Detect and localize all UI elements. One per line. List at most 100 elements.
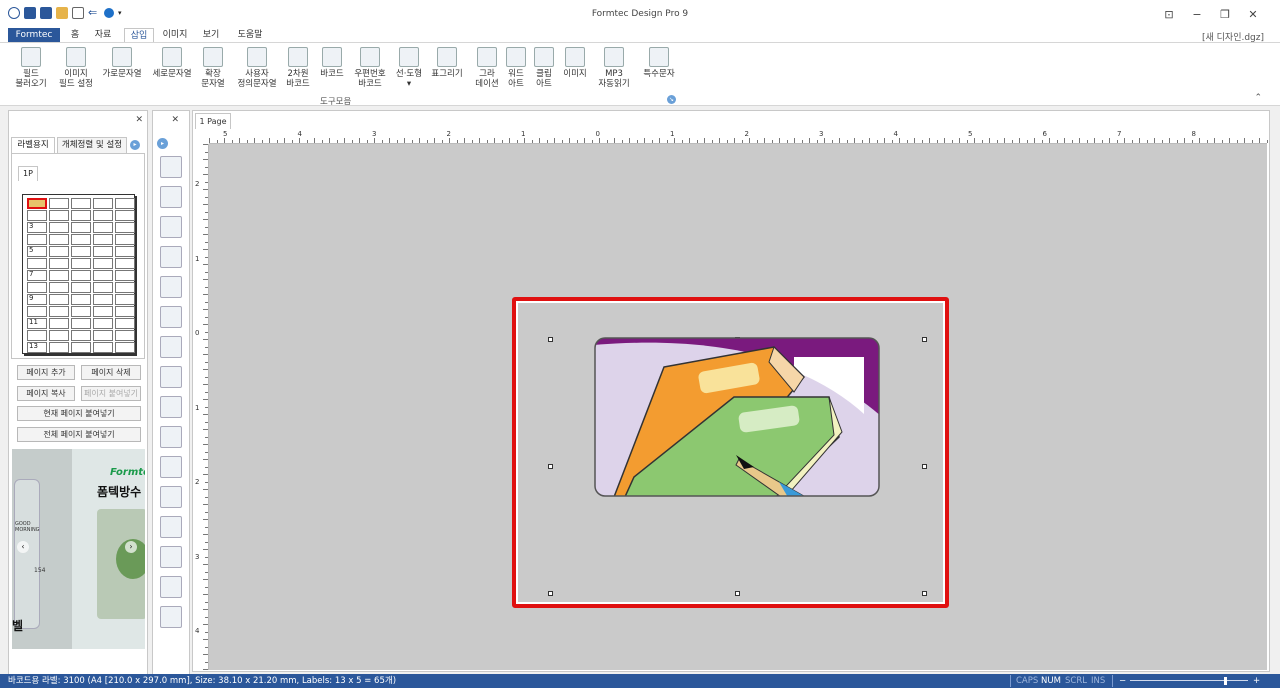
add-page-button[interactable]: 페이지 추가 [17, 365, 75, 380]
resize-handle[interactable] [548, 591, 553, 596]
label-grid-cell[interactable] [49, 198, 69, 209]
label-grid-cell[interactable] [93, 294, 113, 305]
ribbon-button-0[interactable]: 필드 불러오기 [14, 47, 48, 89]
paste-current-page-button[interactable]: 현재 페이지 붙여넣기 [17, 406, 141, 421]
label-grid-cell[interactable] [115, 234, 135, 245]
resize-handle[interactable] [922, 337, 927, 342]
label-grid-cell[interactable] [115, 282, 135, 293]
label-grid-cell[interactable] [115, 270, 135, 281]
page-1p-tab[interactable]: 1P [18, 166, 38, 181]
label-grid-cell[interactable] [93, 198, 113, 209]
label-grid-cell[interactable] [49, 234, 69, 245]
zoom-in-button[interactable]: + [1253, 674, 1260, 688]
label-grid-cell[interactable] [93, 270, 113, 281]
label-grid-cell[interactable] [71, 234, 91, 245]
resize-handle[interactable] [922, 591, 927, 596]
label-grid-cell[interactable] [115, 306, 135, 317]
label-grid-cell[interactable] [93, 282, 113, 293]
delete-page-button[interactable]: 페이지 삭제 [81, 365, 141, 380]
label-grid-cell[interactable] [27, 258, 47, 269]
ribbon-button-6[interactable]: 2차원 바코드 [282, 47, 314, 89]
extended-text-tool-icon[interactable] [160, 276, 182, 298]
tab-help[interactable]: 도움말 [234, 28, 266, 43]
paste-page-button[interactable]: 페이지 붙여넣기 [81, 386, 141, 401]
label-grid-cell[interactable] [93, 318, 113, 329]
pin-icon[interactable]: ⊡ [1160, 8, 1178, 21]
label-grid-cell[interactable] [115, 342, 135, 353]
toolstrip-expand-icon[interactable]: ▸ [157, 138, 168, 149]
table-tool-icon[interactable] [160, 456, 182, 478]
label-grid-cell[interactable] [71, 198, 91, 209]
zoom-out-button[interactable]: − [1119, 674, 1126, 688]
label-grid-preview[interactable]: 3 5 7 9 11 13 [22, 194, 135, 354]
label-grid-cell[interactable] [93, 306, 113, 317]
image-tool-icon[interactable] [160, 576, 182, 598]
tab-view[interactable]: 보기 [200, 28, 222, 43]
ribbon-button-14[interactable]: 이미지 [562, 47, 588, 79]
ad-next-icon[interactable]: › [125, 541, 137, 553]
label-grid-cell[interactable] [27, 330, 47, 341]
gradient-tool-icon[interactable] [160, 486, 182, 508]
postal-barcode-tool-icon[interactable] [160, 396, 182, 418]
ribbon-button-7[interactable]: 바코드 [318, 47, 346, 79]
toolstrip-close-icon[interactable]: ✕ [171, 115, 179, 125]
resize-handle[interactable] [548, 337, 553, 342]
zoom-slider-thumb[interactable] [1224, 677, 1228, 685]
ribbon-button-16[interactable]: 특수문자 [642, 47, 676, 79]
label-grid-cell[interactable] [71, 270, 91, 281]
wordart-tool-icon[interactable] [160, 516, 182, 538]
label-grid-cell[interactable] [93, 210, 113, 221]
label-grid-cell[interactable] [49, 246, 69, 257]
label-grid-cell[interactable] [115, 222, 135, 233]
ribbon-button-2[interactable]: 가로문자열 [100, 47, 144, 79]
label-grid-cell[interactable] [115, 330, 135, 341]
horizontal-text-tool-icon[interactable] [160, 216, 182, 238]
zoom-slider[interactable] [1130, 680, 1248, 681]
ribbon-button-13[interactable]: 클립 아트 [532, 47, 556, 89]
label-grid-cell[interactable] [27, 234, 47, 245]
label-grid-cell[interactable] [93, 222, 113, 233]
label-grid-cell[interactable] [115, 294, 135, 305]
label-grid-cell[interactable] [115, 258, 135, 269]
label-grid-cell[interactable] [27, 306, 47, 317]
minimize-icon[interactable]: − [1188, 8, 1206, 21]
label-grid-cell[interactable] [71, 282, 91, 293]
image-field-tool-icon[interactable] [160, 186, 182, 208]
label-grid-cell[interactable] [71, 246, 91, 257]
label-grid-cell[interactable] [49, 306, 69, 317]
tab-insert[interactable]: 삽입 [124, 28, 154, 43]
label-grid-cell[interactable] [71, 294, 91, 305]
barcode-tool-icon[interactable] [160, 366, 182, 388]
page-tab[interactable]: 1 Page [195, 113, 231, 129]
ribbon-button-12[interactable]: 워드 아트 [506, 47, 526, 89]
label-grid-cell[interactable] [49, 282, 69, 293]
label-grid-cell[interactable] [71, 330, 91, 341]
ribbon-button-5[interactable]: 사용자 정의문자열 [234, 47, 280, 89]
clipart-tool-icon[interactable] [160, 546, 182, 568]
label-grid-cell[interactable] [49, 258, 69, 269]
ribbon-button-9[interactable]: 선·도형 ▾ [392, 47, 426, 89]
ribbon-button-3[interactable]: 세로문자열 [150, 47, 194, 79]
shape-tool-icon[interactable] [160, 426, 182, 448]
close-icon[interactable]: ✕ [1244, 8, 1262, 21]
label-grid-cell[interactable] [49, 222, 69, 233]
ad-prev-icon[interactable]: ‹ [17, 541, 29, 553]
vertical-text-tool-icon[interactable] [160, 246, 182, 268]
advertisement-banner[interactable]: GOOD MORNING 154 Formte 폼텍방수 ‹ › 벨 [12, 449, 145, 649]
tab-data[interactable]: 자료 [92, 28, 114, 43]
label-grid-cell[interactable] [49, 270, 69, 281]
label-grid-cell[interactable] [27, 198, 47, 209]
ribbon-button-10[interactable]: 표그리기 [430, 47, 464, 79]
ribbon-button-15[interactable]: MP3 자동읽기 [596, 47, 632, 89]
label-grid-cell[interactable] [115, 318, 135, 329]
custom-text-tool-icon[interactable] [160, 306, 182, 328]
label-grid-cell[interactable] [71, 222, 91, 233]
label-grid-cell[interactable] [93, 246, 113, 257]
label-grid-cell[interactable] [115, 246, 135, 257]
label-grid-cell[interactable] [71, 210, 91, 221]
paste-all-pages-button[interactable]: 전체 페이지 붙여넣기 [17, 427, 141, 442]
label-grid-cell[interactable] [93, 330, 113, 341]
resize-handle[interactable] [548, 464, 553, 469]
label-grid-cell[interactable] [49, 210, 69, 221]
tab-image[interactable]: 이미지 [160, 28, 190, 43]
